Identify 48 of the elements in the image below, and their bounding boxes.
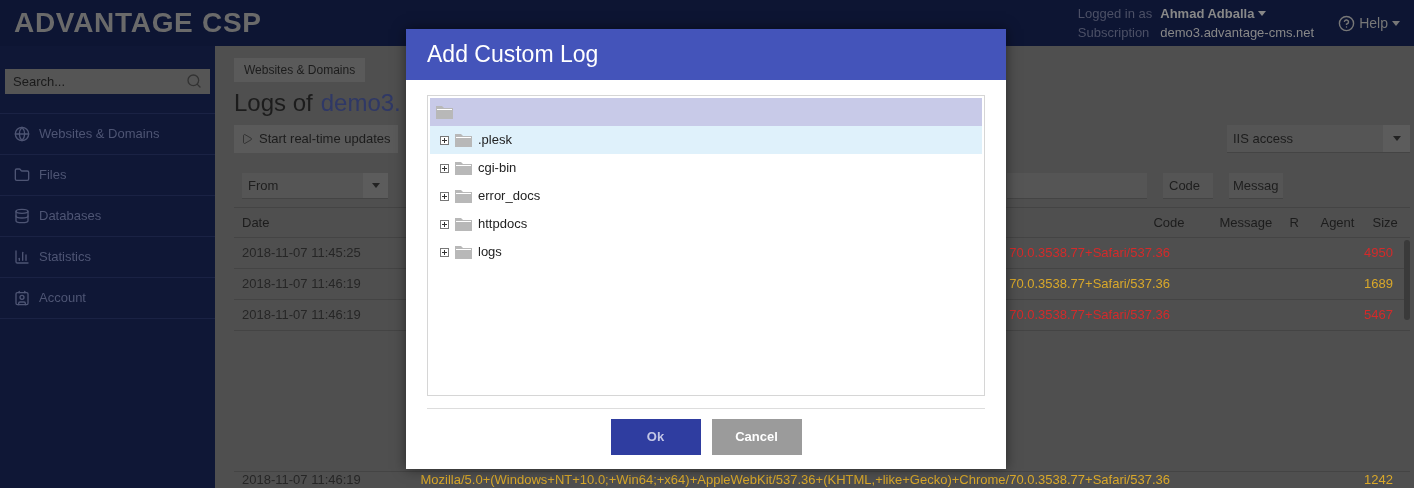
tree-item[interactable]: .plesk [430, 126, 982, 154]
from-field[interactable]: From [242, 173, 388, 199]
play-icon [241, 133, 253, 145]
folder-icon [14, 167, 30, 183]
help-menu[interactable]: Help [1338, 12, 1400, 34]
expand-icon[interactable] [440, 135, 449, 145]
caret-icon [1392, 20, 1400, 26]
breadcrumb[interactable]: Websites & Domains [234, 58, 366, 82]
agent-cell-text: 70.0.3538.77+Safari/537.36 [1009, 306, 1170, 325]
logged-in-label: Logged in as [1077, 5, 1153, 23]
folder-icon [455, 245, 472, 259]
search-icon [186, 73, 202, 89]
expand-icon[interactable] [440, 247, 449, 257]
dialog-title: Add Custom Log [427, 40, 599, 70]
size-cell-text: 4950 [1364, 244, 1393, 263]
folder-icon [455, 133, 472, 147]
realtime-button[interactable]: Start real-time updates [234, 125, 398, 153]
size-cell-text: 1689 [1364, 275, 1393, 294]
logo: ADVANTAGE CSP [14, 6, 262, 40]
agent-cell-text: 70.0.3538.77+Safari/537.36 [1009, 244, 1170, 263]
caret-icon [371, 183, 380, 188]
folder-icon [436, 105, 453, 119]
bar-chart-icon [14, 249, 30, 265]
expand-icon[interactable] [440, 219, 449, 229]
subscription-label: Subscription [1077, 24, 1151, 42]
help-icon [1338, 14, 1356, 32]
agent-cell-text: Mozilla/5.0+(Windows+NT+10.0;+Win64;+x64)+AppleWebKit/537.36+(KHTML,+like+Gecko)+Chrome/70.0.3538.77+Safari/537.36 [420, 471, 1170, 488]
ok-button[interactable]: Ok [610, 419, 701, 455]
agent-cell-text: 70.0.3538.77+Safari/537.36 [1009, 275, 1170, 294]
code-field[interactable]: Code [1163, 173, 1213, 199]
caret-icon [1258, 11, 1267, 16]
folder-icon [455, 217, 472, 231]
expand-icon[interactable] [440, 191, 449, 201]
folder-icon [455, 161, 472, 175]
contact-card-icon [14, 290, 30, 306]
size-cell-text: 1242 [1364, 471, 1393, 488]
subscription-name: demo3.advantage-cms.net [1160, 24, 1315, 42]
search-field[interactable]: Search... [5, 69, 210, 94]
user-menu[interactable]: Ahmad Adballa [1160, 4, 1315, 23]
log-select[interactable]: IIS access [1227, 125, 1410, 153]
globe-icon [14, 126, 30, 142]
size-cell-text: 5467 [1364, 306, 1393, 325]
expand-icon[interactable] [440, 163, 449, 173]
folder-icon [455, 189, 472, 203]
filter-field[interactable] [1007, 173, 1147, 199]
database-icon [14, 208, 30, 224]
caret-icon [1392, 136, 1401, 141]
cancel-button[interactable]: Cancel [711, 419, 802, 455]
